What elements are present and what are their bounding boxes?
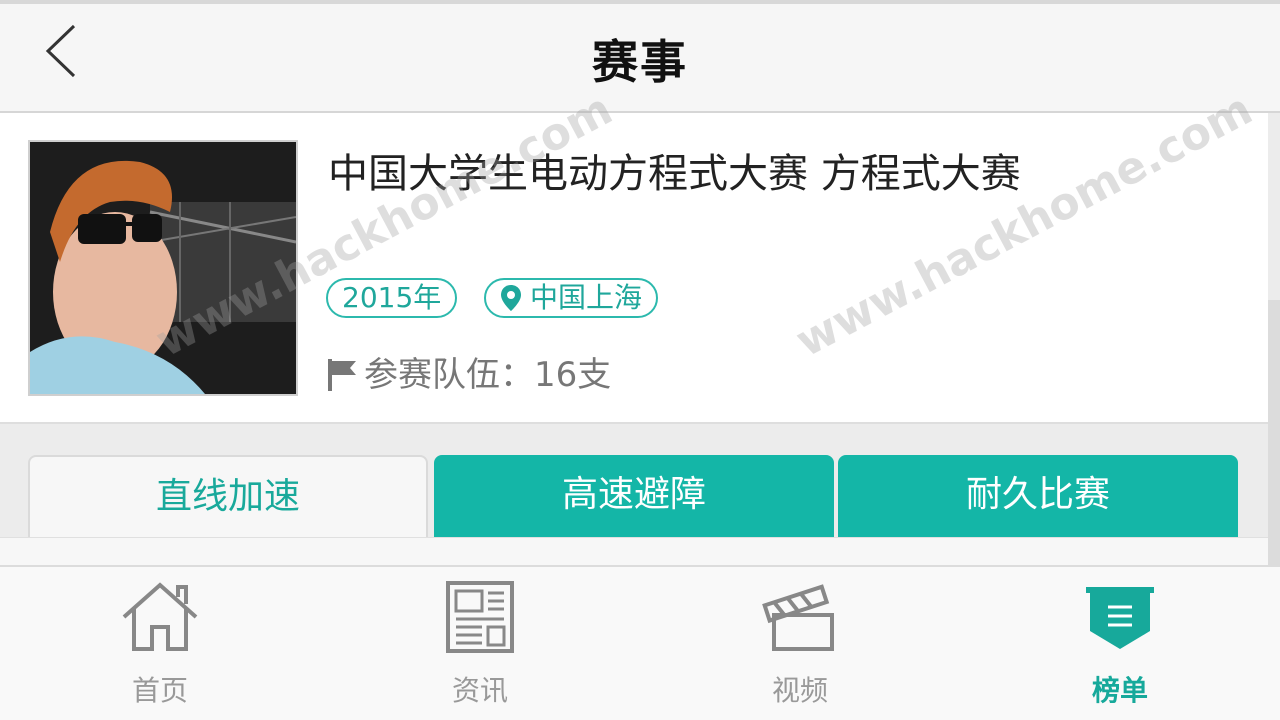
teams-count-label: 参赛队伍：16支 xyxy=(364,355,612,395)
teams-count: 参赛队伍：16支 xyxy=(326,347,611,396)
nav-label-video: 视频 xyxy=(771,674,828,707)
location-tag-label: 中国上海 xyxy=(530,281,643,314)
page-title: 赛事 xyxy=(592,35,688,89)
nav-label-home: 首页 xyxy=(131,674,188,707)
tab-high-speed-obstacle[interactable]: 高速避障 xyxy=(434,455,834,537)
nav-item-home[interactable]: 首页 xyxy=(80,581,240,711)
header-bar: 赛事 xyxy=(0,0,1280,113)
home-icon xyxy=(122,582,198,651)
location-tag: 中国上海 xyxy=(484,278,659,318)
ranking-icon xyxy=(1086,587,1154,649)
clapperboard-icon xyxy=(762,584,834,651)
nav-label-ranking: 榜单 xyxy=(1091,674,1148,707)
event-card[interactable]: 中国大学生电动方程式大赛 方程式大赛 2015年 中国上海 参赛队伍：16支 xyxy=(0,113,1268,424)
flag-icon xyxy=(328,358,356,391)
person-photo-image xyxy=(30,142,296,394)
event-tabs: 直线加速 高速避障 耐久比赛 xyxy=(28,455,1240,537)
year-tag-label: 2015年 xyxy=(342,281,442,314)
news-icon xyxy=(446,581,514,653)
year-tag: 2015年 xyxy=(326,278,458,318)
tab-endurance[interactable]: 耐久比赛 xyxy=(838,455,1238,537)
event-title: 中国大学生电动方程式大赛 方程式大赛 xyxy=(328,151,1021,197)
scrollbar[interactable] xyxy=(1268,300,1280,568)
nav-item-video[interactable]: 视频 xyxy=(720,581,880,711)
event-photo xyxy=(28,140,298,396)
nav-item-news[interactable]: 资讯 xyxy=(400,581,560,711)
tab-straight-acceleration[interactable]: 直线加速 xyxy=(28,455,428,537)
tab-content-area xyxy=(0,537,1268,565)
nav-label-news: 资讯 xyxy=(451,674,508,707)
bottom-nav: 首页 资讯 视频 榜单 xyxy=(0,565,1280,720)
status-divider xyxy=(0,0,1280,4)
map-pin-icon xyxy=(501,285,521,311)
nav-item-ranking[interactable]: 榜单 xyxy=(1040,581,1200,711)
screen: 赛事 中国大学生电动方程式大赛 方程式大赛 2015年 中国上海 参赛队伍：16… xyxy=(0,0,1280,720)
